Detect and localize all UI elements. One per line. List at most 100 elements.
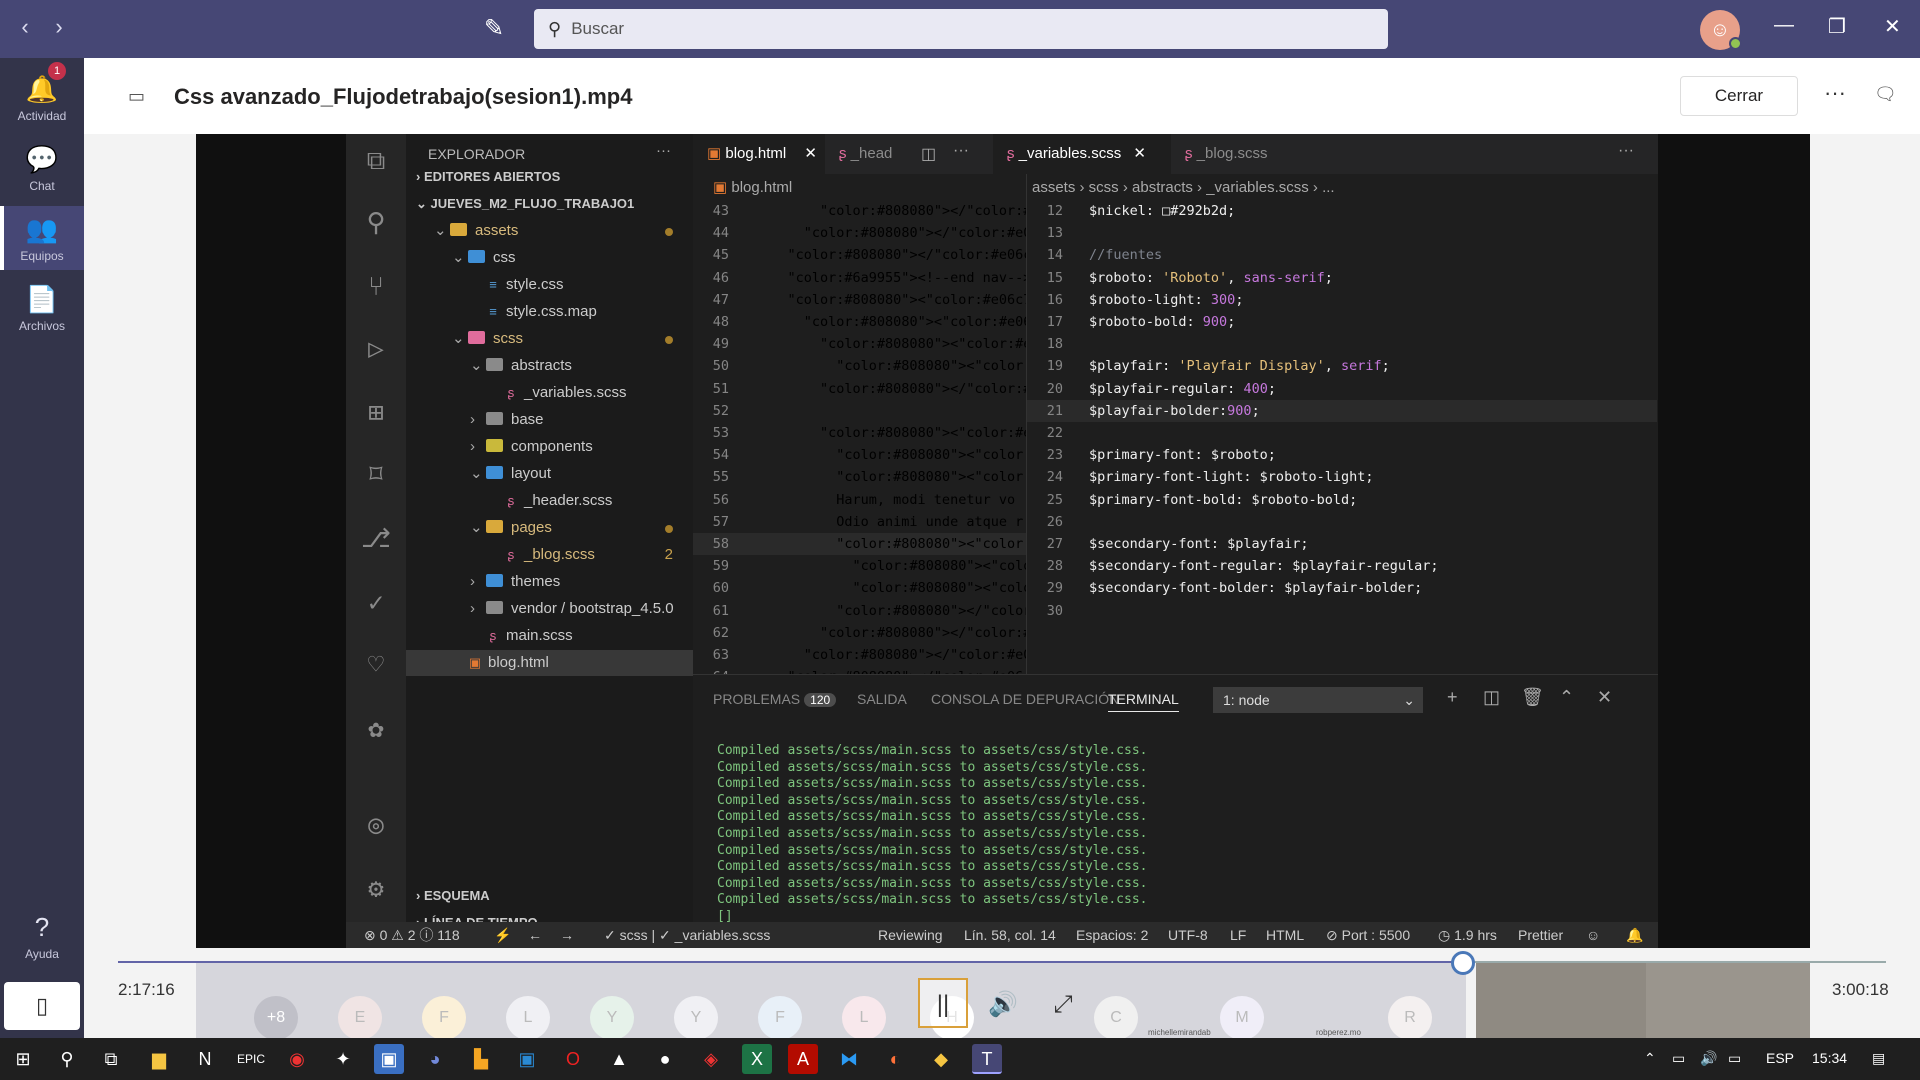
- opera-icon[interactable]: O: [558, 1044, 588, 1074]
- compose-icon[interactable]: ✎: [484, 14, 504, 43]
- file-icon: ʂ: [507, 493, 515, 508]
- more-options-icon[interactable]: ···: [1824, 80, 1846, 106]
- participant-avatar[interactable]: R: [1388, 996, 1432, 1040]
- discord-icon[interactable]: ◕: [420, 1044, 450, 1074]
- trash-icon: 🗑: [1521, 687, 1544, 707]
- search-input[interactable]: ⚲ Buscar: [534, 9, 1388, 49]
- participant-avatar[interactable]: M: [1220, 996, 1264, 1040]
- user-avatar[interactable]: ☺: [1700, 10, 1742, 50]
- maximize-icon[interactable]: ❐: [1828, 14, 1846, 39]
- tree-label: _blog.scss: [524, 546, 595, 563]
- tab-label: _head: [850, 145, 893, 162]
- folder-icon: [468, 250, 485, 263]
- search-icon[interactable]: ⚲: [52, 1044, 82, 1074]
- close-button[interactable]: Cerrar: [1680, 76, 1798, 116]
- app-icon[interactable]: ▣: [512, 1044, 542, 1074]
- code-line: 56 Harum, modi tenetur vo: [712, 491, 1016, 508]
- left-code-editor: 43 "color:#808080"></"color:#e06c75">for…: [693, 200, 1026, 674]
- tree-folder: ⌄ scss: [406, 326, 693, 352]
- status-cursor-position: Lín. 58, col. 14: [964, 927, 1056, 943]
- app-icon[interactable]: ▲: [604, 1044, 634, 1074]
- code-line: 43 "color:#808080"></"color:#e06c75">for…: [712, 203, 1026, 219]
- app-icon[interactable]: ●: [650, 1044, 680, 1074]
- tree-folder: ⌄ layout: [406, 461, 693, 487]
- app-icon[interactable]: ✦: [328, 1044, 358, 1074]
- firefox-icon[interactable]: ◐: [880, 1044, 910, 1074]
- notification-center-icon[interactable]: ▤: [1872, 1050, 1885, 1067]
- participant-avatar[interactable]: Y: [590, 996, 634, 1040]
- participant-avatar[interactable]: C: [1094, 996, 1138, 1040]
- participant-avatar[interactable]: E: [338, 996, 382, 1040]
- page-title: Css avanzado_Flujodetrabajo(sesion1).mp4: [174, 84, 633, 109]
- rail-item-chat[interactable]: 💬 Chat: [0, 136, 84, 200]
- progress-bar[interactable]: [118, 961, 1886, 963]
- help-icon: ?: [34, 912, 50, 942]
- rail-item-actividad[interactable]: 🔔 1 Actividad: [0, 62, 84, 130]
- fullscreen-icon[interactable]: ⤢: [1038, 980, 1088, 1030]
- tree-label: components: [511, 438, 593, 455]
- acrobat-icon[interactable]: A: [788, 1044, 818, 1074]
- excel-icon[interactable]: X: [742, 1044, 772, 1074]
- pause-button[interactable]: ||: [918, 978, 968, 1028]
- rail-item-archivos[interactable]: 📄 Archivos: [0, 276, 84, 340]
- rail-item-label: Actividad: [17, 109, 67, 123]
- tree-file: ʂ main.scss: [406, 623, 693, 649]
- rail-item-equipos[interactable]: 👥 Equipos: [0, 206, 84, 270]
- tab-close-icon: ✕: [1133, 145, 1146, 162]
- tab-close-icon: ✕: [804, 145, 817, 162]
- rail-item-label: Ayuda: [25, 947, 59, 961]
- tab-blog-html: ▣ blog.html ✕: [693, 134, 825, 174]
- vscode-screen: ⧉ ⚲ ⑂ ▷ ⊞ ⌑ ⎇ ✓ ♡ ✿ ◎ ⚙ EXPLORADOR ··· ›…: [346, 134, 1658, 948]
- scss-file-icon: ʂ: [1185, 145, 1193, 162]
- participant-avatar[interactable]: L: [506, 996, 550, 1040]
- app-icon[interactable]: ◈: [696, 1044, 726, 1074]
- battery-icon[interactable]: ▭: [1672, 1050, 1685, 1067]
- source-control-icon: ⑂: [368, 272, 384, 302]
- participant-avatar[interactable]: L: [842, 996, 886, 1040]
- tree-label: layout: [511, 465, 552, 482]
- device-rotate-button[interactable]: ▯: [4, 982, 80, 1030]
- conversation-icon[interactable]: 🗨: [1874, 84, 1897, 105]
- paw-icon: ✿: [368, 714, 384, 744]
- code-line: 62 "color:#808080"></"color:#e06c75">sec…: [712, 624, 1026, 641]
- rail-item-help[interactable]: ? Ayuda: [0, 912, 84, 961]
- code-line: 19 $playfair: 'Playfair Display', serif;: [1046, 358, 1390, 375]
- back-arrow-icon[interactable]: ‹: [10, 14, 40, 40]
- forward-arrow-icon[interactable]: ›: [44, 14, 74, 40]
- tab-output: SALIDA: [857, 691, 907, 707]
- epic-games-icon[interactable]: EPIC: [236, 1044, 266, 1074]
- vscode-icon[interactable]: ⧓: [834, 1044, 864, 1074]
- code-line: 25 $primary-font-bold: $roboto-bold;: [1046, 491, 1358, 508]
- teams-icon[interactable]: T: [972, 1044, 1002, 1074]
- app-icon[interactable]: ▣: [374, 1044, 404, 1074]
- search-placeholder: Buscar: [571, 19, 625, 38]
- participant-avatar[interactable]: F: [758, 996, 802, 1040]
- volume-icon[interactable]: 🔊: [1700, 1050, 1717, 1067]
- network-icon[interactable]: ▭: [1728, 1050, 1741, 1067]
- participant-avatar[interactable]: F: [422, 996, 466, 1040]
- code-line: 26: [1046, 513, 1063, 530]
- file-explorer-icon[interactable]: ▆: [144, 1044, 174, 1074]
- task-view-icon[interactable]: ⧉: [96, 1044, 126, 1074]
- chevron-down-icon: ⌄: [452, 330, 465, 347]
- explorer-title: EXPLORADOR: [428, 146, 526, 162]
- tree-label: _variables.scss: [524, 384, 627, 401]
- tree-folder: ⌄ assets: [406, 218, 693, 244]
- close-window-icon[interactable]: ✕: [1884, 14, 1901, 39]
- app-icon[interactable]: ▙: [466, 1044, 496, 1074]
- participant-avatar[interactable]: +8: [254, 996, 298, 1040]
- volume-icon[interactable]: 🔊: [978, 980, 1028, 1030]
- participant-avatar[interactable]: Y: [674, 996, 718, 1040]
- app-icon[interactable]: N: [190, 1044, 220, 1074]
- code-line: 49 "color:#808080"><"color:#e06c75">head…: [712, 336, 1026, 353]
- clock[interactable]: 15:34: [1812, 1050, 1847, 1066]
- windows-start-icon[interactable]: ⊞: [8, 1044, 38, 1074]
- code-line: 18: [1046, 336, 1063, 353]
- code-line: 13: [1046, 225, 1063, 242]
- chevron-up-icon[interactable]: ⌃: [1644, 1050, 1656, 1067]
- code-line: 21 $playfair-bolder:900;: [1027, 399, 1657, 423]
- app-icon[interactable]: ◆: [926, 1044, 956, 1074]
- minimize-icon[interactable]: —: [1774, 14, 1794, 37]
- input-language[interactable]: ESP: [1766, 1050, 1794, 1066]
- app-icon[interactable]: ◉: [282, 1044, 312, 1074]
